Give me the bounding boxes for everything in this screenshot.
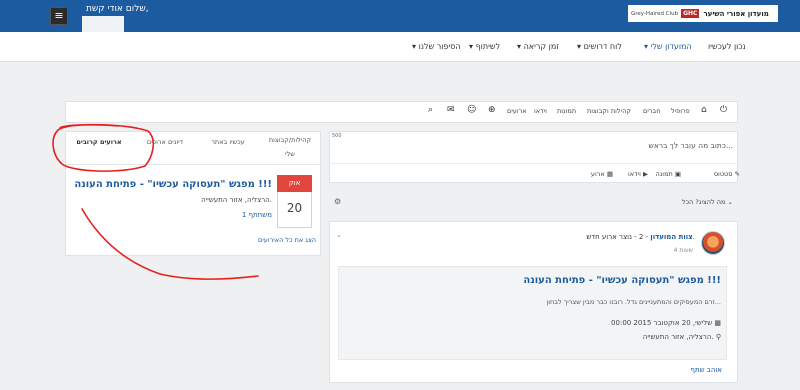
composer-divider xyxy=(329,163,738,164)
people-icon[interactable]: ☺ xyxy=(467,105,476,115)
logo-hebrew: מועדון אפורי השיער xyxy=(703,9,769,18)
nav-share[interactable]: ▾ לשיתוף xyxy=(469,42,500,51)
toolbar-events[interactable]: ארועים xyxy=(507,107,527,115)
chevron-down-icon: ⌄ xyxy=(727,198,733,206)
post-event-date-text: שלישי, 20 אוקטובר 2015 00:00 xyxy=(611,319,713,327)
post-author-suffix: - 2 xyxy=(638,233,651,241)
home-icon[interactable]: ⌂ xyxy=(701,105,707,115)
composer-status-option[interactable]: סטטוס ✎ xyxy=(714,170,740,178)
nav-now[interactable]: נכון לעכשיו xyxy=(708,42,746,51)
calendar-icon: ▦ xyxy=(606,170,613,178)
char-counter: 500 xyxy=(332,133,342,139)
tab-divider xyxy=(65,164,321,165)
composer-event-option[interactable]: ארוע ▦ xyxy=(591,170,613,178)
avatar[interactable] xyxy=(701,231,725,255)
toolbar-friends[interactable]: חברים xyxy=(643,107,660,115)
power-icon[interactable]: ⏻ xyxy=(720,105,727,115)
user-menu-box[interactable] xyxy=(82,16,124,32)
post-event-description: זרם המעסיקים והמתעניינים גדל. רובנו כבר … xyxy=(546,298,721,306)
post-author-link[interactable]: צוות המועדון xyxy=(650,233,692,241)
toolbar-photos[interactable]: תמונות xyxy=(557,107,576,115)
video-icon: ▶ xyxy=(643,170,648,178)
camera-icon: ▣ xyxy=(674,170,681,178)
option-label: וידאו xyxy=(628,170,641,178)
event-attending-link[interactable]: 1 משתתף xyxy=(242,211,272,219)
logo-english: Grey-Haired Club xyxy=(631,10,679,17)
nav-my-club[interactable]: ▾ המועדון שלי xyxy=(644,42,692,51)
toolbar-profile[interactable]: פרופיל xyxy=(671,107,690,115)
post-event-date: שלישי, 20 אוקטובר 2015 00:00 ▦ xyxy=(611,319,721,327)
post-actions[interactable]: אוהב שתף xyxy=(691,366,722,374)
composer-video-option[interactable]: וידאו ▶ xyxy=(628,170,648,178)
tab-my-communities[interactable]: קהילות/קבוצות שלי xyxy=(258,136,322,158)
tab-upcoming-events[interactable]: ארועים קרובים xyxy=(68,138,130,146)
globe-icon[interactable]: ⊕ xyxy=(488,105,496,115)
event-day: 20 xyxy=(286,201,303,215)
option-label: סטטוס xyxy=(713,170,733,178)
pencil-icon: ✎ xyxy=(734,170,740,178)
user-greeting[interactable]: שלום אודי קשת, xyxy=(86,4,149,14)
feed-filter[interactable]: מה להציג? הכל ⌄ xyxy=(682,198,733,206)
nav-job-board[interactable]: ▾ לוח דרושים xyxy=(577,42,622,51)
hamburger-icon[interactable]: ≡ xyxy=(50,7,68,25)
event-location: הרצליה, אזור התעשייה. xyxy=(201,196,272,204)
view-all-events-link[interactable]: הצג את כל האירועים xyxy=(258,236,316,244)
toolbar-videos[interactable]: וידאו xyxy=(534,107,547,115)
toolbar-communities[interactable]: קהילות וקבוצות xyxy=(587,107,631,115)
mail-icon[interactable]: ✉ xyxy=(447,105,455,115)
search-icon[interactable]: ⌕ xyxy=(428,105,433,115)
composer-input[interactable]: כתוב מה עובר לך בראש... xyxy=(649,141,733,150)
chevron-down-icon[interactable]: ⌄ xyxy=(336,231,342,239)
event-month: אוק xyxy=(277,175,312,192)
composer-photo-option[interactable]: תמונה ▣ xyxy=(655,170,681,178)
event-title-link[interactable]: מפגש "תעסוקה עכשיו" - פתיחת העונה !!! xyxy=(74,179,272,190)
gear-icon[interactable]: ⚙ xyxy=(334,197,341,206)
post-event-title-link[interactable]: מפגש "תעסוקה עכשיו" - פתיחת העונה !!! xyxy=(523,275,721,286)
tab-online-now[interactable]: עכשיו באתר xyxy=(199,138,257,146)
nav-reading-time[interactable]: ▾ זמן קריאה xyxy=(517,42,559,51)
tab-long-discussions[interactable]: דיונים ארוכים xyxy=(133,138,197,146)
tab-label: קהילות/קבוצות xyxy=(268,136,312,144)
filter-label: מה להציג? הכל xyxy=(681,198,726,206)
nav-our-story[interactable]: ▾ הסיפור שלנו xyxy=(412,42,461,51)
map-pin-icon: ⚲ xyxy=(713,333,721,341)
tab-label-sub: שלי xyxy=(285,150,295,158)
option-label: תמונה xyxy=(655,170,673,178)
post-event-location: הרצליה, אזור התעשייה. ⚲ xyxy=(643,333,721,341)
logo-mark: GHC xyxy=(681,9,700,18)
option-label: ארוע xyxy=(590,170,605,178)
calendar-icon: ▦ xyxy=(712,319,721,327)
post-header: צוות המועדון - 2 - נוצר ארוע חדש. xyxy=(586,233,695,241)
site-logo[interactable]: Grey-Haired Club GHC מועדון אפורי השיער xyxy=(628,5,778,22)
post-timestamp[interactable]: 4 שעות xyxy=(674,247,693,254)
profile-toolbar xyxy=(65,101,738,123)
post-event-location-text: הרצליה, אזור התעשייה. xyxy=(642,333,714,341)
